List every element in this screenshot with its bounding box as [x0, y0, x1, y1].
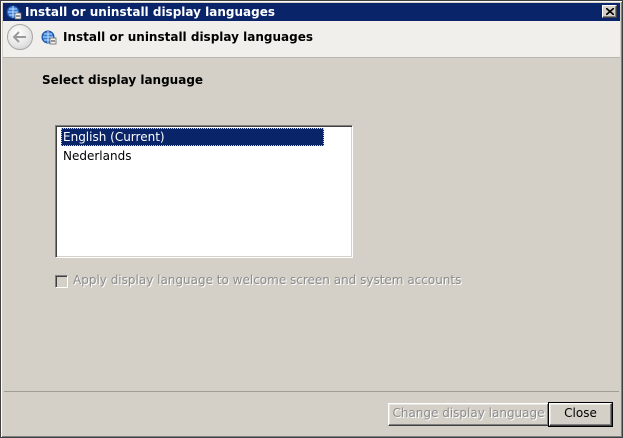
navigation-bar: Install or uninstall display languages — [3, 21, 620, 58]
title-bar[interactable]: Install or uninstall display languages — [3, 3, 620, 21]
language-globe-icon — [41, 29, 57, 45]
dialog-window: Install or uninstall display languages I… — [0, 0, 623, 438]
change-display-language-button[interactable]: Change display language — [388, 403, 549, 426]
content-area: Select display language English (Current… — [4, 58, 619, 392]
close-icon — [606, 8, 614, 15]
section-heading: Select display language — [42, 73, 204, 87]
close-window-button[interactable] — [602, 5, 617, 18]
apply-welcome-screen-checkbox[interactable] — [55, 275, 68, 288]
back-button[interactable] — [7, 24, 33, 50]
window-title: Install or uninstall display languages — [25, 5, 275, 19]
language-option-nederlands[interactable]: Nederlands — [61, 147, 133, 165]
language-option-english[interactable]: English (Current) — [61, 128, 324, 146]
back-arrow-icon — [13, 31, 26, 43]
display-language-listbox[interactable]: English (Current) Nederlands — [55, 125, 353, 258]
apply-welcome-screen-label: Apply display language to welcome screen… — [73, 273, 462, 287]
page-title: Install or uninstall display languages — [63, 30, 313, 44]
language-globe-icon — [6, 4, 22, 20]
close-button[interactable]: Close — [548, 402, 613, 427]
